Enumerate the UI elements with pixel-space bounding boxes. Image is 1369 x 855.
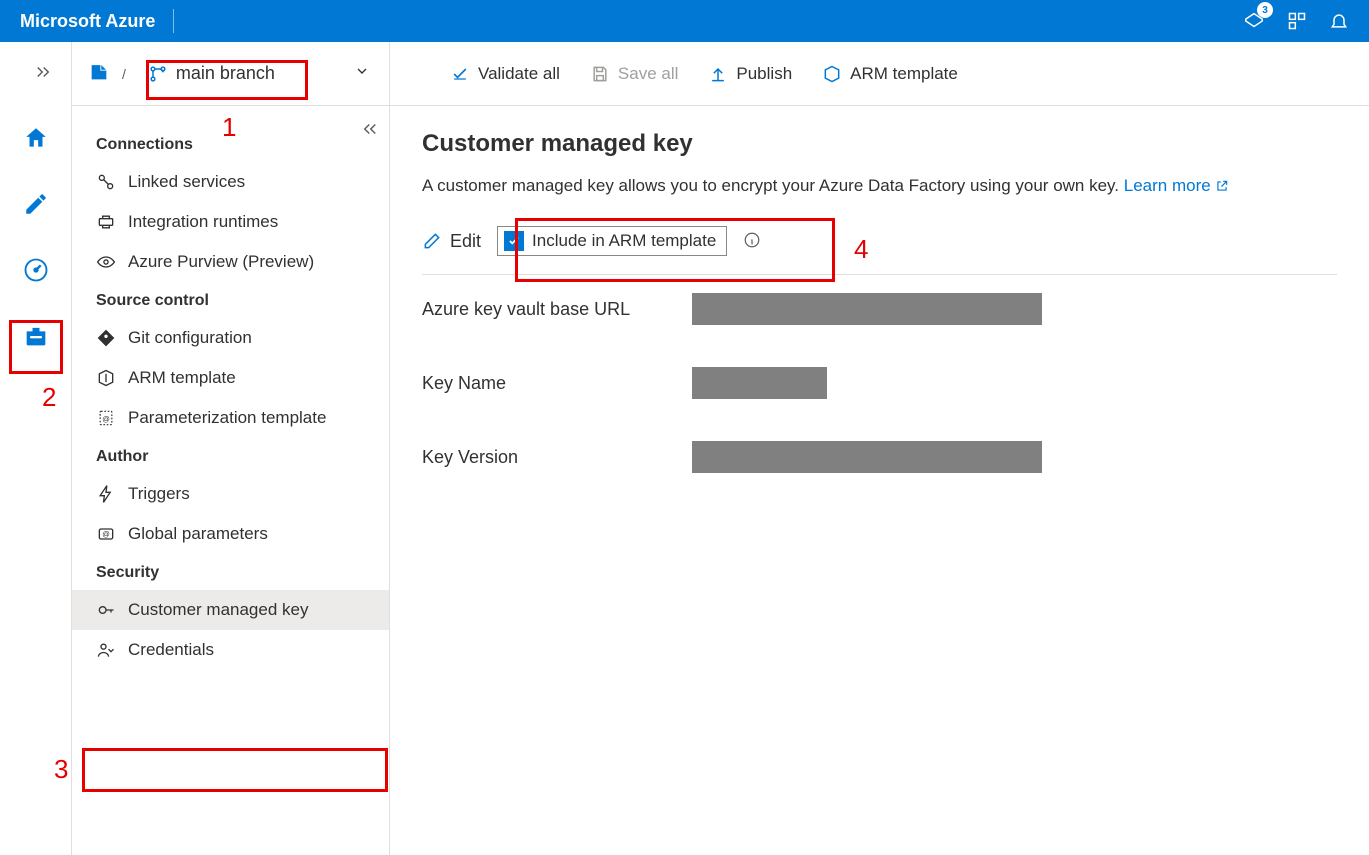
param-template-icon: @ [96, 408, 116, 428]
nav-azure-purview-label: Azure Purview (Preview) [128, 252, 314, 272]
learn-more-link[interactable]: Learn more [1124, 176, 1230, 195]
page-title: Customer managed key [422, 130, 1337, 158]
key-name-value-redacted [692, 367, 827, 399]
content-area: Validate all Save all Publish ARM templa… [390, 42, 1369, 855]
left-icon-rail [0, 42, 72, 855]
include-checkbox-checked-icon[interactable] [504, 231, 524, 251]
section-source-control: Source control [72, 292, 389, 318]
include-in-arm-checkbox-group[interactable]: Include in ARM template [497, 226, 727, 256]
global-params-icon: @ [96, 524, 116, 544]
save-all-button: Save all [590, 64, 678, 84]
header-divider [173, 9, 174, 33]
nav-param-template[interactable]: @ Parameterization template [72, 398, 389, 438]
nav-customer-managed-key[interactable]: Customer managed key [72, 590, 389, 630]
nav-integration-runtimes-label: Integration runtimes [128, 212, 278, 232]
nav-linked-services[interactable]: Linked services [72, 162, 389, 202]
nav-global-params-label: Global parameters [128, 524, 268, 544]
manage-nav-panel: / main branch Connections Linked service… [72, 42, 390, 855]
breadcrumb-separator: / [122, 66, 126, 82]
nav-arm-template[interactable]: ARM template [72, 358, 389, 398]
branch-selector[interactable]: main branch [138, 59, 285, 88]
manage-toolbox-icon[interactable] [18, 318, 54, 354]
svg-text:@: @ [102, 414, 110, 423]
info-icon[interactable] [743, 231, 761, 252]
credentials-icon [96, 640, 116, 660]
linked-services-icon [96, 172, 116, 192]
notifications-icon[interactable]: 3 [1243, 10, 1265, 32]
validate-all-button[interactable]: Validate all [450, 64, 560, 84]
monitor-gauge-icon[interactable] [18, 252, 54, 288]
home-icon[interactable] [18, 120, 54, 156]
edit-button[interactable]: Edit [422, 231, 481, 252]
cmk-key-icon [96, 600, 116, 620]
nav-triggers-label: Triggers [128, 484, 190, 504]
nav-cmk-label: Customer managed key [128, 600, 308, 620]
nav-credentials[interactable]: Credentials [72, 630, 389, 670]
nav-git-config-label: Git configuration [128, 328, 252, 348]
svg-text:@: @ [102, 530, 110, 539]
collapse-panel-icon[interactable] [361, 120, 379, 141]
nav-linked-services-label: Linked services [128, 172, 245, 192]
key-name-label: Key Name [422, 373, 692, 394]
arm-template-label: ARM template [850, 64, 958, 84]
nav-param-template-label: Parameterization template [128, 408, 326, 428]
notification-count-badge: 3 [1257, 2, 1273, 18]
nav-arm-template-label: ARM template [128, 368, 236, 388]
data-factory-icon [88, 61, 110, 86]
page-description: A customer managed key allows you to enc… [422, 176, 1337, 196]
section-connections: Connections [72, 136, 389, 162]
include-checkbox-label: Include in ARM template [532, 231, 716, 251]
section-security: Security [72, 564, 389, 590]
arm-template-icon [96, 368, 116, 388]
azure-global-header: Microsoft Azure 3 [0, 0, 1369, 42]
branch-dropdown-chevron-icon[interactable] [354, 63, 370, 84]
git-icon [96, 328, 116, 348]
edit-label: Edit [450, 231, 481, 252]
triggers-bolt-icon [96, 484, 116, 504]
nav-credentials-label: Credentials [128, 640, 214, 660]
kv-url-value-redacted [692, 293, 1042, 325]
branch-label: main branch [176, 63, 275, 84]
publish-label: Publish [736, 64, 792, 84]
key-version-label: Key Version [422, 447, 692, 468]
nav-triggers[interactable]: Triggers [72, 474, 389, 514]
validate-all-label: Validate all [478, 64, 560, 84]
key-version-value-redacted [692, 441, 1042, 473]
integration-runtimes-icon [96, 212, 116, 232]
kv-url-label: Azure key vault base URL [422, 299, 692, 320]
purview-eye-icon [96, 252, 116, 272]
expand-rail-icon[interactable] [25, 54, 61, 90]
content-toolbar: Validate all Save all Publish ARM templa… [390, 42, 1369, 106]
nav-azure-purview[interactable]: Azure Purview (Preview) [72, 242, 389, 282]
arm-template-button[interactable]: ARM template [822, 64, 958, 84]
panel-top-toolbar: / main branch [72, 42, 389, 106]
save-all-label: Save all [618, 64, 678, 84]
nav-global-params[interactable]: @ Global parameters [72, 514, 389, 554]
nav-integration-runtimes[interactable]: Integration runtimes [72, 202, 389, 242]
azure-logo-text: Microsoft Azure [20, 11, 155, 32]
author-pencil-icon[interactable] [18, 186, 54, 222]
nav-git-config[interactable]: Git configuration [72, 318, 389, 358]
publish-button[interactable]: Publish [708, 64, 792, 84]
alerts-bell-icon[interactable] [1329, 11, 1349, 31]
section-author: Author [72, 448, 389, 474]
dashboard-grid-icon[interactable] [1287, 11, 1307, 31]
